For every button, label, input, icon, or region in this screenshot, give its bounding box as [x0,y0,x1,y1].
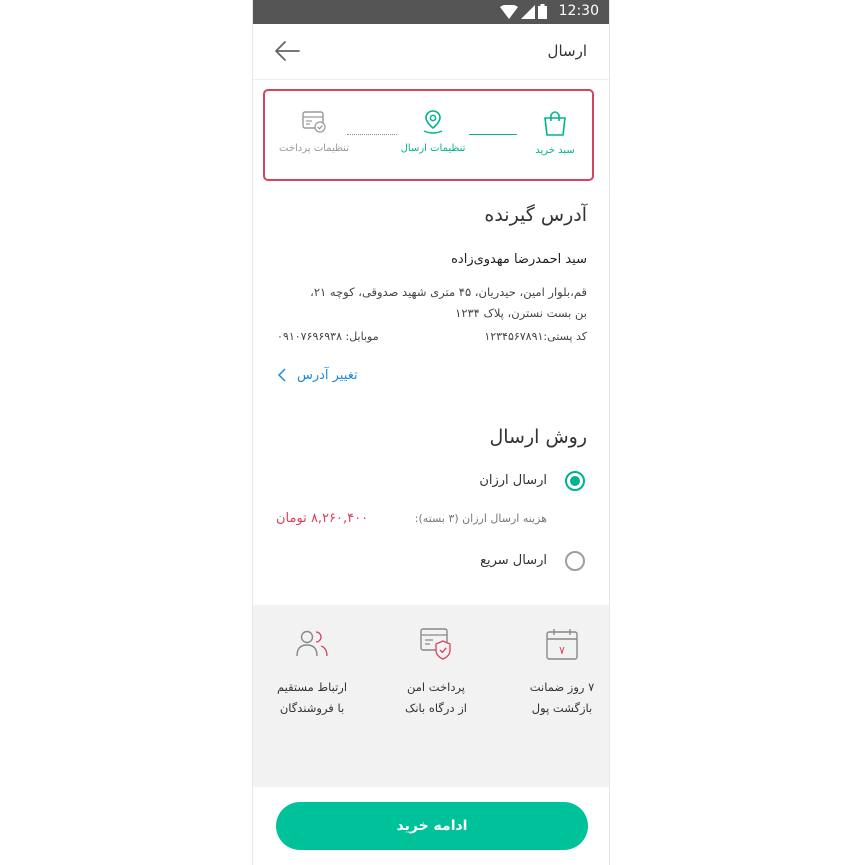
feature-direct-contact: ارتباط مستقیم با فروشندگان [257,627,367,719]
feature-secure-payment-text: پرداخت امن از درگاه بانک [381,677,491,719]
calendar-icon: ۷ [546,629,578,660]
shipping-cost-label: هزینه ارسال ارزان (۳ بسته): [414,512,547,525]
shipping-option-fast-label[interactable]: ارسال سریع [480,553,547,568]
address-heading: آدرس گیرنده [484,204,587,226]
calendar-badge: ۷ [559,644,565,657]
payment-card-icon [302,111,326,133]
shopping-bag-icon [544,111,566,136]
feature-secure-payment: پرداخت امن از درگاه بانک [381,627,491,719]
step-cart[interactable]: سبد خرید [510,109,600,156]
page-title: ارسال [547,42,587,60]
feature-money-back-text: ۷ روز ضمانت بازگشت پول [507,677,609,719]
shipping-cost-value: ۸,۲۶۰,۴۰۰ تومان [276,511,369,526]
step-payment-label: تنظیمات پرداخت [279,143,349,154]
feature-money-back: ۷ ۷ روز ضمانت بازگشت پول [507,627,609,719]
feature-money-back-line-2: بازگشت پول [531,701,593,715]
features-panel: ۷ ۷ روز ضمانت بازگشت پول پرداخت امن از د… [253,605,609,787]
address-line-1: قم،بلوار امین، حیدریان، ۴۵ متری شهید صدو… [310,285,587,299]
phone-screen: 12:30 ارسال سبد خرید تنظیمات ارسال تنظیم… [252,0,610,865]
step-cart-label: سبد خرید [535,145,575,156]
feature-money-back-line-1: ۷ روز ضمانت [529,680,595,694]
chevron-left-icon [277,368,286,382]
back-arrow-icon[interactable] [273,39,301,63]
step-shipping-label: تنظیمات ارسال [400,143,466,154]
status-bar: 12:30 [253,0,609,24]
continue-purchase-button[interactable]: ادامه خرید [276,802,588,850]
status-icons [500,4,547,19]
change-address-label: تغییر آدرس [297,367,358,383]
step-payment[interactable]: تنظیمات پرداخت [269,109,359,154]
signal-icon [521,4,535,19]
feature-secure-payment-line-2: از درگاه بانک [405,701,467,715]
users-icon [296,630,328,657]
status-time: 12:30 [558,3,599,19]
feature-direct-contact-text: ارتباط مستقیم با فروشندگان [257,677,367,719]
app-bar: ارسال [253,24,609,80]
step-shipping[interactable]: تنظیمات ارسال [388,109,478,154]
recipient-name: سید احمدرضا مهدوی‌زاده [451,252,587,267]
wifi-icon [500,4,518,19]
secure-payment-icon [420,628,451,660]
feature-direct-contact-line-2: با فروشندگان [279,701,345,715]
feature-direct-contact-line-1: ارتباط مستقیم [276,680,348,694]
shipping-option-cheap-radio[interactable] [565,471,585,491]
battery-icon [538,4,547,19]
location-pin-icon [423,110,443,134]
feature-secure-payment-line-1: پرداخت امن [406,680,466,694]
change-address-link[interactable]: تغییر آدرس [277,367,358,383]
postal-code: کد پستی:۱۲۳۴۵۶۷۸۹۱ [484,330,587,343]
address-line-2: بن بست نسترن، پلاک ۱۲۳۴ [455,306,587,320]
shipping-option-cheap-label[interactable]: ارسال ارزان [479,473,547,488]
mobile-number: موبایل: ۰۹۱۰۷۶۹۶۹۳۸ [277,330,379,343]
address-text: قم،بلوار امین، حیدریان، ۴۵ متری شهید صدو… [287,282,587,324]
shipping-option-fast-radio[interactable] [565,551,585,571]
shipping-heading: روش ارسال [489,426,587,448]
checkout-stepper: سبد خرید تنظیمات ارسال تنظیمات پرداخت [263,89,594,181]
